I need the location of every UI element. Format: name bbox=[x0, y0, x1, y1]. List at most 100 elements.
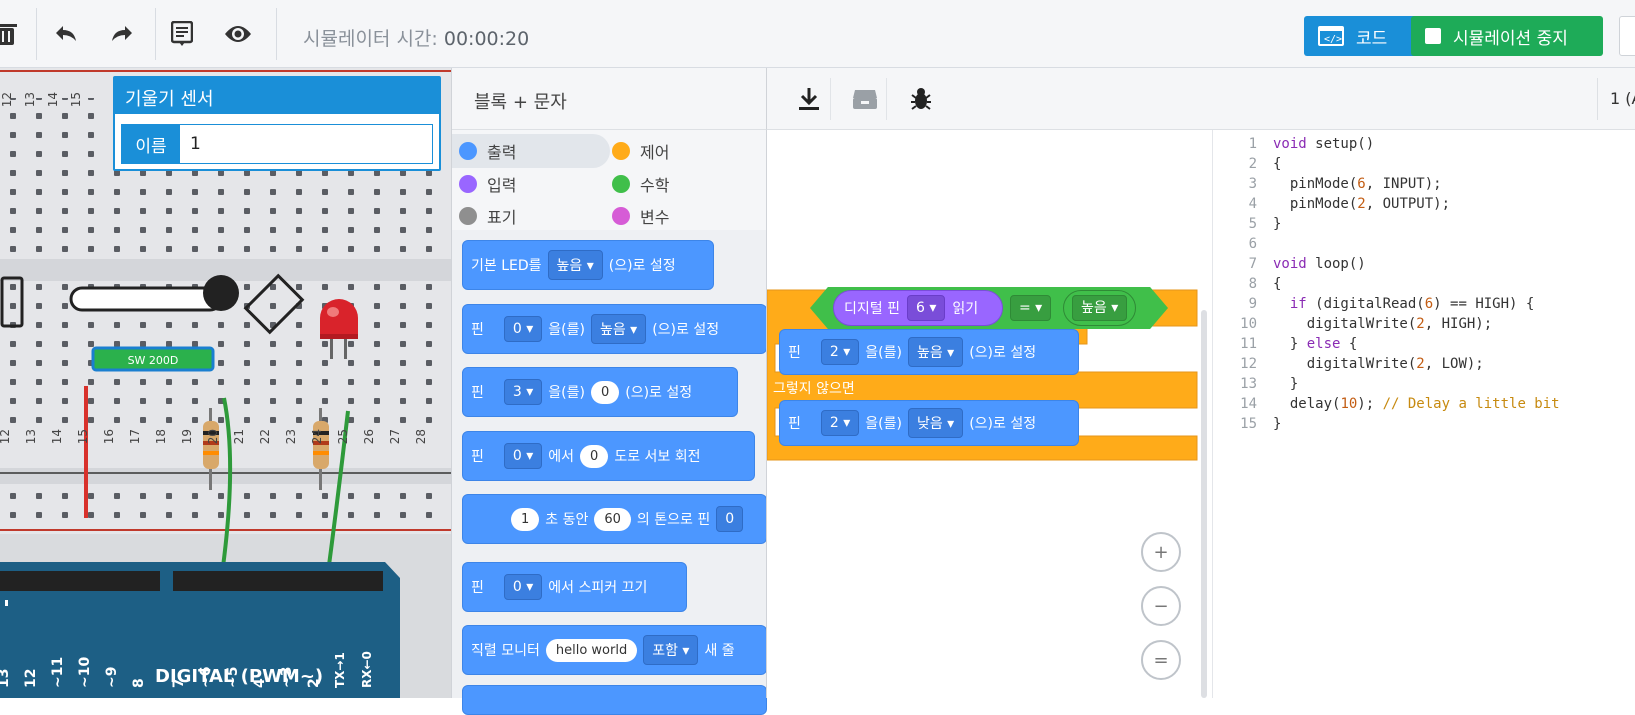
block-text: 을(를) bbox=[865, 416, 902, 432]
zoom-reset-icon[interactable]: = bbox=[1141, 640, 1181, 680]
visibility-icon[interactable] bbox=[218, 14, 258, 54]
debugger-icon[interactable] bbox=[899, 78, 943, 120]
library-icon[interactable] bbox=[843, 78, 887, 120]
output-dot-icon bbox=[459, 142, 477, 160]
category-output[interactable]: 출력 bbox=[459, 135, 516, 167]
code-line: delay(10); // Delay a little bit bbox=[1273, 396, 1560, 412]
stop-simulation-button[interactable]: 시뮬레이션 중지 bbox=[1411, 16, 1603, 56]
row-number: 27 bbox=[388, 429, 402, 445]
block-text: 새 줄 bbox=[704, 643, 735, 659]
block-dropdown[interactable]: 높음 ▾ bbox=[547, 250, 603, 280]
pin-dropdown[interactable]: 6 ▾ bbox=[906, 295, 946, 321]
sim-time-value: 00:00:20 bbox=[443, 28, 530, 50]
notes-icon[interactable] bbox=[162, 14, 202, 54]
else-set-pin-block[interactable]: 핀 2 ▾ 을(를) 낮음 ▾ (으)로 설정 bbox=[779, 400, 1079, 446]
then-set-pin-block[interactable]: 핀 2 ▾ 을(를) 높음 ▾ (으)로 설정 bbox=[779, 329, 1079, 375]
block-dropdown[interactable]: 0 ▾ bbox=[503, 574, 543, 600]
category-variables[interactable]: 변수 bbox=[612, 200, 669, 232]
block-number-input[interactable]: 1 bbox=[511, 507, 540, 531]
block-text: (으)로 설정 bbox=[969, 416, 1037, 432]
notation-dot-icon bbox=[459, 207, 477, 225]
trash-icon[interactable] bbox=[0, 14, 26, 54]
block-dropdown[interactable]: 2 ▾ bbox=[820, 410, 860, 436]
top-row-numbers: 12 13 14 15 bbox=[0, 92, 110, 107]
line-number: 15 bbox=[1240, 416, 1257, 432]
code-line: pinMode(6, INPUT); bbox=[1273, 176, 1442, 192]
block-dropdown[interactable]: 3 ▾ bbox=[503, 379, 543, 405]
circuit-view[interactable]: SW 200D 12 13 14 15 12 13 14 15 16 17 18… bbox=[0, 68, 451, 698]
row-number: 21 bbox=[232, 429, 246, 445]
row-number: 18 bbox=[154, 429, 168, 445]
block-dropdown[interactable]: 2 ▾ bbox=[820, 339, 860, 365]
block-dropdown[interactable]: 0 ▾ bbox=[503, 316, 543, 342]
line-number: 11 bbox=[1240, 336, 1257, 352]
toolbar-separator bbox=[36, 8, 37, 60]
line-number: 12 bbox=[1240, 356, 1257, 372]
category-list: 출력 제어 입력 수학 표기 변수 bbox=[452, 130, 767, 230]
block-text: 에서 스피커 끄기 bbox=[548, 580, 648, 596]
variables-dot-icon bbox=[612, 207, 630, 225]
line-number: 4 bbox=[1248, 196, 1257, 212]
undo-icon[interactable] bbox=[46, 14, 86, 54]
block-play-tone[interactable]: 1 초 동안 60 의 톤으로 핀 0 bbox=[462, 494, 767, 544]
zoom-out-icon[interactable]: − bbox=[1141, 586, 1181, 626]
zoom-in-icon[interactable]: + bbox=[1141, 532, 1181, 572]
block-set-builtin-led[interactable]: 기본 LED를 높음 ▾ (으)로 설정 bbox=[462, 240, 714, 290]
block-set-pin-state[interactable]: 핀 0 ▾ 을(를) 높음 ▾ (으)로 설정 bbox=[462, 304, 767, 354]
block-dropdown[interactable]: 0 ▾ bbox=[503, 443, 543, 469]
digital-read-block[interactable]: 디지털 핀 6 ▾ 읽기 bbox=[833, 290, 1003, 326]
category-control[interactable]: 제어 bbox=[612, 135, 669, 167]
block-dropdown[interactable]: 포함 ▾ bbox=[643, 635, 699, 665]
operator-dropdown[interactable]: = ▾ bbox=[1010, 295, 1052, 321]
code-line: void setup() bbox=[1273, 136, 1375, 152]
stop-icon bbox=[1425, 28, 1441, 44]
block-dropdown[interactable]: 낮음 ▾ bbox=[907, 408, 964, 438]
download-icon[interactable] bbox=[787, 78, 831, 120]
line-number: 9 bbox=[1248, 296, 1257, 312]
code-line: } bbox=[1273, 416, 1282, 432]
category-input[interactable]: 입력 bbox=[459, 168, 516, 200]
block-dropdown[interactable]: 높음 ▾ bbox=[590, 314, 647, 344]
row-number: 15 bbox=[76, 429, 90, 445]
block-serial-print[interactable]: 직렬 모니터 hello world 포함 ▾ 새 줄 bbox=[462, 625, 767, 675]
code-view[interactable]: 1 void setup() 2 { 3 pinMode(6, INPUT); … bbox=[1212, 130, 1635, 698]
row-number: 28 bbox=[414, 429, 428, 445]
value-block[interactable]: 높음 ▾ bbox=[1063, 290, 1137, 326]
stop-simulation-label: 시뮬레이션 중지 bbox=[1453, 28, 1568, 49]
pin-label: TX→1 bbox=[333, 652, 347, 688]
board-selector[interactable]: 1 (A bbox=[1597, 78, 1635, 120]
pin-label: ~9 bbox=[104, 666, 120, 688]
canvas-scrollbar[interactable] bbox=[1201, 310, 1207, 698]
category-label: 수학 bbox=[640, 176, 670, 195]
block-speaker-off[interactable]: 핀 0 ▾ 에서 스피커 끄기 bbox=[462, 562, 687, 612]
pin-label: 12 bbox=[23, 668, 39, 688]
block-text-input[interactable]: hello world bbox=[545, 638, 638, 662]
block-number-input[interactable]: 60 bbox=[594, 507, 631, 531]
block-text: 읽기 bbox=[952, 301, 979, 317]
block-dropdown[interactable]: 0 bbox=[716, 506, 744, 532]
block-number-input[interactable]: 0 bbox=[580, 444, 609, 468]
row-number: 16 bbox=[102, 429, 116, 445]
block-number-input[interactable]: 0 bbox=[590, 380, 620, 404]
line-number: 2 bbox=[1248, 156, 1257, 172]
row-number: 26 bbox=[362, 429, 376, 445]
block-text: 도로 서보 회전 bbox=[614, 449, 701, 465]
toolbar-separator bbox=[276, 8, 277, 60]
palette-header: 블록 + 문자 bbox=[452, 68, 767, 130]
name-field-input[interactable]: 1 bbox=[180, 125, 432, 163]
line-number: 14 bbox=[1240, 396, 1257, 412]
block-text: 초 동안 bbox=[545, 512, 589, 528]
block-dropdown[interactable]: 높음 ▾ bbox=[907, 337, 964, 367]
category-math[interactable]: 수학 bbox=[612, 168, 669, 200]
block-partial[interactable] bbox=[462, 685, 767, 715]
redo-icon[interactable] bbox=[102, 14, 142, 54]
block-rotate-servo[interactable]: 핀 0 ▾ 에서 0 도로 서보 회전 bbox=[462, 431, 755, 481]
overflow-button[interactable] bbox=[1619, 16, 1635, 56]
value-dropdown[interactable]: 높음 ▾ bbox=[1072, 295, 1128, 321]
row-number: 19 bbox=[180, 429, 194, 445]
code-line: } else { bbox=[1273, 336, 1358, 352]
block-set-pin-value[interactable]: 핀 3 ▾ 을(를) 0 (으)로 설정 bbox=[462, 367, 738, 417]
category-notation[interactable]: 표기 bbox=[459, 200, 516, 232]
block-canvas[interactable]: 디지털 핀 6 ▾ 읽기 = ▾ 높음 ▾ 핀 2 ▾ 을(를) 높음 ▾ (으… bbox=[766, 130, 1212, 698]
row-number: 12 bbox=[0, 92, 14, 108]
